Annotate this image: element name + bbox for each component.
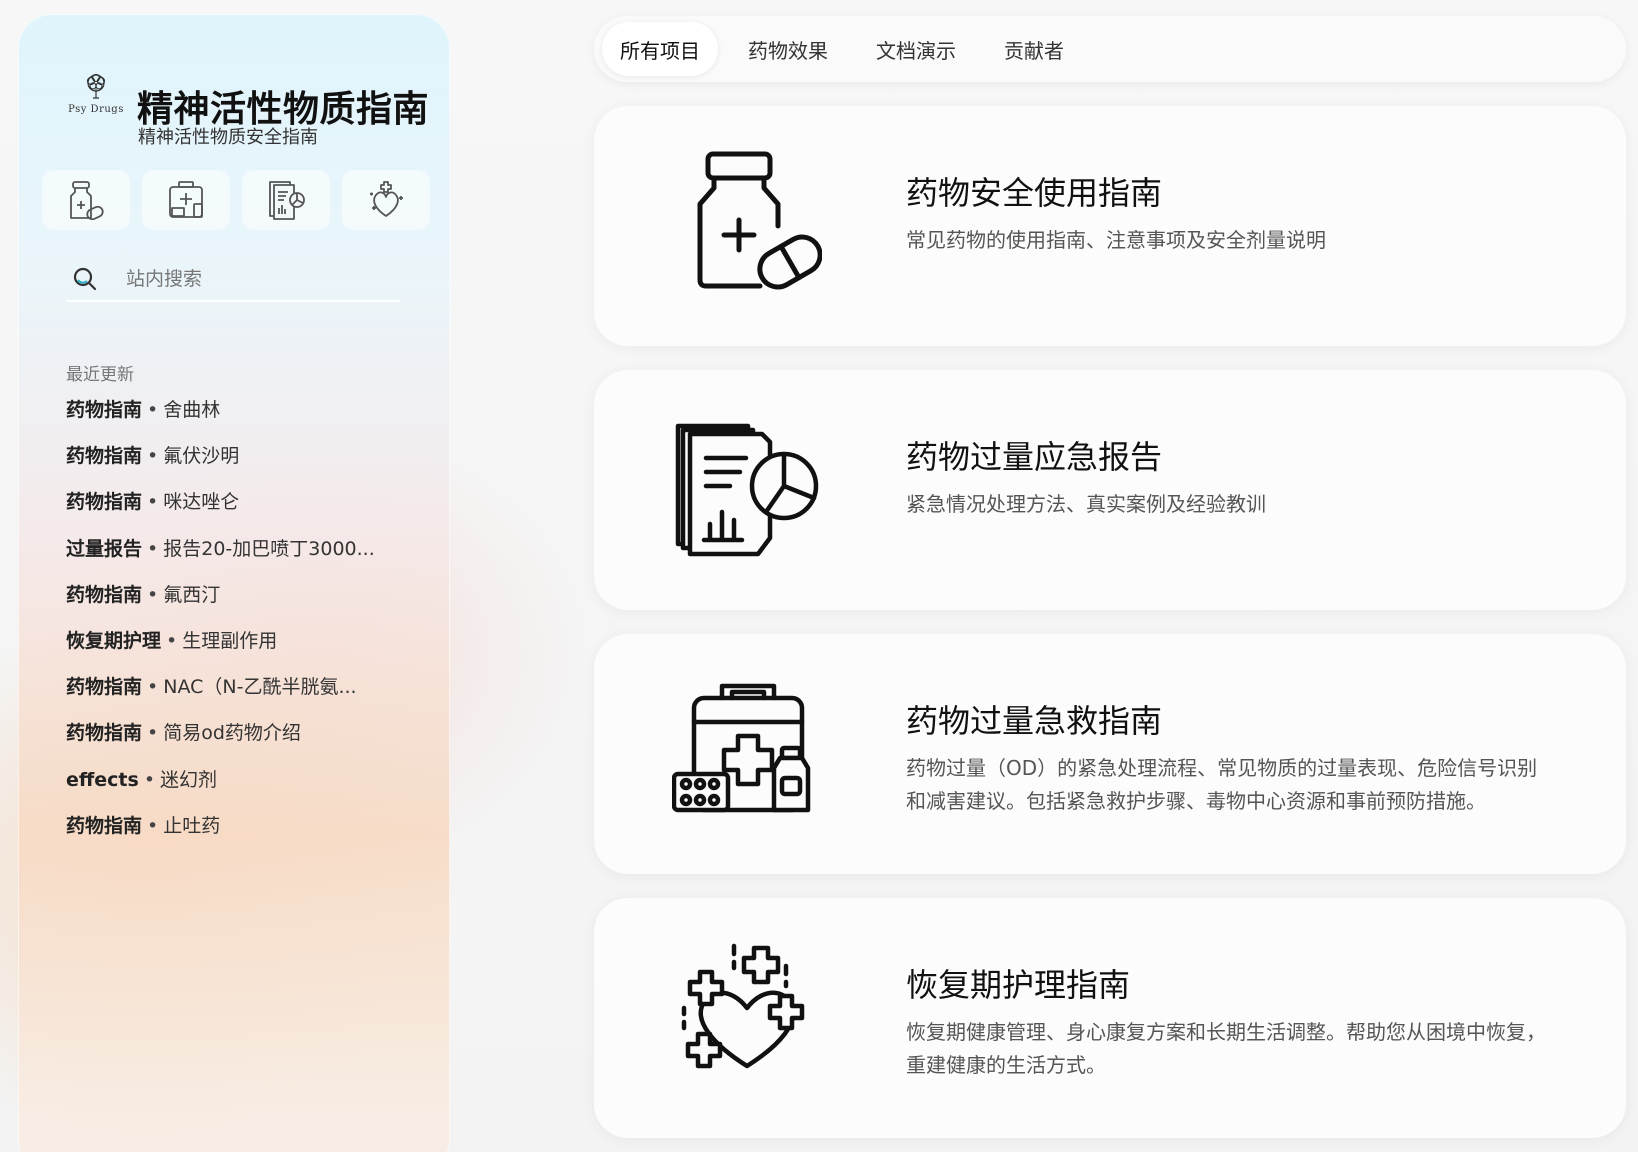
- site-logo[interactable]: Psy Drugs: [46, 72, 146, 132]
- quick-links: [42, 170, 430, 230]
- report-chart-icon: [672, 414, 822, 564]
- recent-item-category: 药物指南: [66, 722, 143, 745]
- card-description: 恢复期健康管理、身心康复方案和长期生活调整。帮助您从困境中恢复，重建健康的生活方…: [906, 1020, 1546, 1077]
- recent-item-title: 氟西汀: [163, 583, 221, 606]
- recent-item-title: 咪达唑仑: [163, 491, 240, 514]
- quick-link-reports[interactable]: [242, 170, 330, 230]
- card-description: 常见药物的使用指南、注意事项及安全剂量说明: [906, 228, 1326, 252]
- tab-docs-demo[interactable]: 文档演示: [858, 22, 974, 76]
- heart-care-icon: [370, 181, 403, 217]
- card-drug-safety-guide[interactable]: 药物安全使用指南 常见药物的使用指南、注意事项及安全剂量说明: [594, 106, 1626, 346]
- recent-item-title: 生理副作用: [182, 629, 278, 652]
- quick-link-first-aid[interactable]: [142, 170, 230, 230]
- recent-item[interactable]: 药物指南 • NAC（N-乙酰半胱氨...: [66, 671, 416, 717]
- recent-item-title: 迷幻剂: [160, 768, 218, 791]
- sidebar: Psy Drugs 精神活性物质指南 精神活性物质安全指南 站内搜索 最近更新 …: [18, 14, 450, 1152]
- recent-item[interactable]: 药物指南 • 止吐药: [66, 810, 416, 856]
- recent-item[interactable]: 药物指南 • 氟伏沙明: [66, 440, 416, 486]
- card-overdose-reports[interactable]: 药物过量应急报告 紧急情况处理方法、真实案例及经验教训: [594, 370, 1626, 610]
- card-title: 药物过量急救指南: [906, 702, 1163, 740]
- recent-item-category: 恢复期护理: [66, 629, 162, 652]
- site-subtitle: 精神活性物质安全指南: [138, 127, 318, 148]
- tab-contributors[interactable]: 贡献者: [986, 22, 1082, 76]
- tree-logo-icon: [86, 73, 106, 99]
- recent-item-category: 药物指南: [66, 445, 143, 468]
- recent-item[interactable]: 过量报告 • 报告20-加巴喷丁3000...: [66, 533, 416, 579]
- recent-item[interactable]: 药物指南 • 氟西汀: [66, 579, 416, 625]
- first-aid-kit-icon: [671, 678, 822, 828]
- recent-item-category: 药物指南: [66, 491, 143, 514]
- recent-item-title: 舍曲林: [163, 399, 221, 421]
- recent-item[interactable]: 药物指南 • 简易od药物介绍: [66, 717, 416, 763]
- recent-item-category: 药物指南: [66, 583, 143, 606]
- recent-item[interactable]: 恢复期护理 • 生理副作用: [66, 625, 416, 671]
- recent-item-title: 氟伏沙明: [163, 445, 240, 468]
- recent-item-title: 报告20-加巴喷丁3000...: [163, 537, 375, 560]
- card-description: 药物过量（OD）的紧急处理流程、常见物质的过量表现、危险信号识别和减害建议。包括…: [906, 756, 1538, 813]
- recent-item-category: 过量报告: [66, 537, 143, 560]
- first-aid-kit-icon: [169, 181, 203, 218]
- pill-bottle-icon: [70, 181, 104, 221]
- tab-all-items[interactable]: 所有项目: [602, 22, 718, 76]
- recent-item-category: 药物指南: [66, 399, 143, 421]
- card-title: 恢复期护理指南: [906, 966, 1131, 1004]
- recent-updates-title: 最近更新: [66, 365, 134, 385]
- recent-updates-list: 药物指南 • 舍曲林 药物指南 • 氟伏沙明 药物指南 • 咪达唑仑 过量报告 • 报告20-加…: [66, 394, 416, 856]
- recent-item[interactable]: 药物指南 • 咪达唑仑: [66, 486, 416, 532]
- recent-item[interactable]: 药物指南 • 舍曲林: [66, 394, 416, 440]
- heart-care-icon: [672, 942, 822, 1092]
- recent-item[interactable]: effects • 迷幻剂: [66, 764, 416, 810]
- card-title: 药物安全使用指南: [906, 174, 1163, 212]
- recent-item-title: 止吐药: [163, 814, 221, 837]
- logo-text: Psy Drugs: [68, 104, 124, 115]
- quick-link-drug-guide[interactable]: [42, 170, 130, 230]
- recent-item-category: effects: [66, 768, 139, 791]
- report-document-icon: [269, 181, 305, 220]
- search-icon[interactable]: [72, 264, 102, 294]
- card-title: 药物过量应急报告: [906, 438, 1163, 476]
- search-bar: [66, 258, 400, 302]
- recent-item-category: 药物指南: [66, 676, 143, 699]
- top-tabs: 所有项目 药物效果 文档演示 贡献者: [594, 16, 1626, 82]
- tab-drug-effects[interactable]: 药物效果: [730, 22, 846, 76]
- recent-item-title: 简易od药物介绍: [163, 722, 301, 745]
- recent-item-title: NAC（N-乙酰半胱氨...: [163, 676, 357, 699]
- quick-link-recovery[interactable]: [342, 170, 430, 230]
- medicine-bottle-icon: [672, 150, 823, 300]
- recent-item-category: 药物指南: [66, 814, 143, 837]
- card-recovery-care[interactable]: 恢复期护理指南 恢复期健康管理、身心康复方案和长期生活调整。帮助您从困境中恢复，…: [594, 898, 1626, 1138]
- card-overdose-first-aid[interactable]: 药物过量急救指南 药物过量（OD）的紧急处理流程、常见物质的过量表现、危险信号识…: [594, 634, 1626, 874]
- search-input[interactable]: [126, 268, 376, 290]
- card-description: 紧急情况处理方法、真实案例及经验教训: [906, 492, 1266, 516]
